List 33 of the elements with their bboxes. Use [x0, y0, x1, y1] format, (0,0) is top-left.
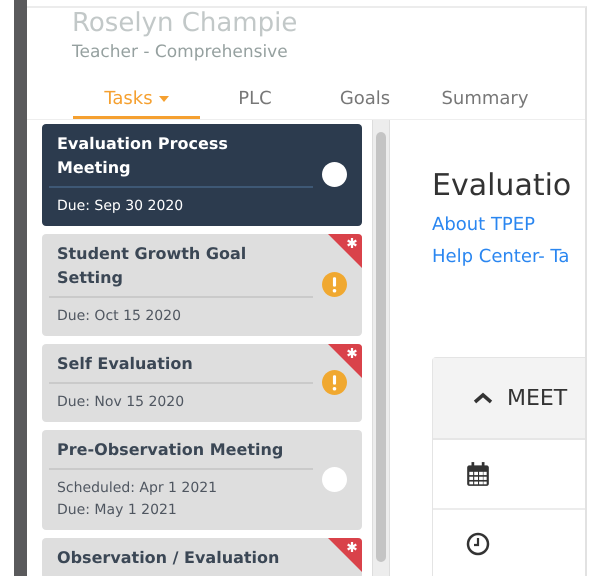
- warning-icon: [322, 370, 346, 395]
- task-title: Evaluation Process Meeting: [57, 133, 229, 179]
- scrollbar-thumb[interactable]: [376, 132, 386, 562]
- task-title: Observation / Evaluation: [57, 547, 280, 569]
- task-card[interactable]: Student Growth Goal Setting Due: Oct 15 2020: [42, 234, 362, 336]
- clock-icon: [466, 531, 490, 557]
- task-date: Scheduled: Apr 1 2021: [57, 479, 218, 498]
- task-date: Due: Nov 15 2020: [57, 393, 186, 412]
- status-circle-icon: [322, 162, 346, 187]
- nav-tab[interactable]: PLC: [200, 88, 310, 119]
- task-title: Student Growth Goal Setting: [57, 243, 248, 289]
- task-card[interactable]: Observation / Evaluation: [42, 538, 362, 576]
- task-title: Self Evaluation: [57, 353, 194, 375]
- panel-title: MEET: [507, 386, 568, 410]
- task-card[interactable]: Pre-Observation Meeting Scheduled: Apr 1 2021 Due: May 1 2021: [42, 430, 362, 530]
- help-link[interactable]: Help Center- Ta: [432, 241, 570, 273]
- help-link[interactable]: About TPEP: [432, 209, 536, 241]
- task-date: Due: May 1 2021: [57, 501, 178, 520]
- teacher-name: Roselyn Champie: [72, 8, 298, 38]
- nav-tab[interactable]: Goals: [310, 88, 420, 119]
- task-card[interactable]: Self Evaluation Due: Nov 15 2020: [42, 344, 362, 422]
- task-title: Pre-Observation Meeting: [57, 439, 284, 461]
- warning-icon: [322, 272, 346, 297]
- panel-header[interactable]: MEET: [433, 358, 585, 440]
- page-heading: Evaluatio: [432, 168, 572, 203]
- status-circle-icon: [322, 467, 346, 492]
- task-date: Due: Oct 15 2020: [57, 307, 182, 326]
- scrollbar[interactable]: [372, 120, 390, 576]
- task-date: Due: Sep 30 2020: [57, 197, 184, 216]
- calendar-icon: [466, 461, 490, 487]
- task-card[interactable]: Evaluation Process Meeting Due: Sep 30 2020: [42, 124, 362, 226]
- nav-tab[interactable]: Summary: [420, 88, 550, 119]
- teacher-role: Teacher - Comprehensive: [72, 42, 289, 62]
